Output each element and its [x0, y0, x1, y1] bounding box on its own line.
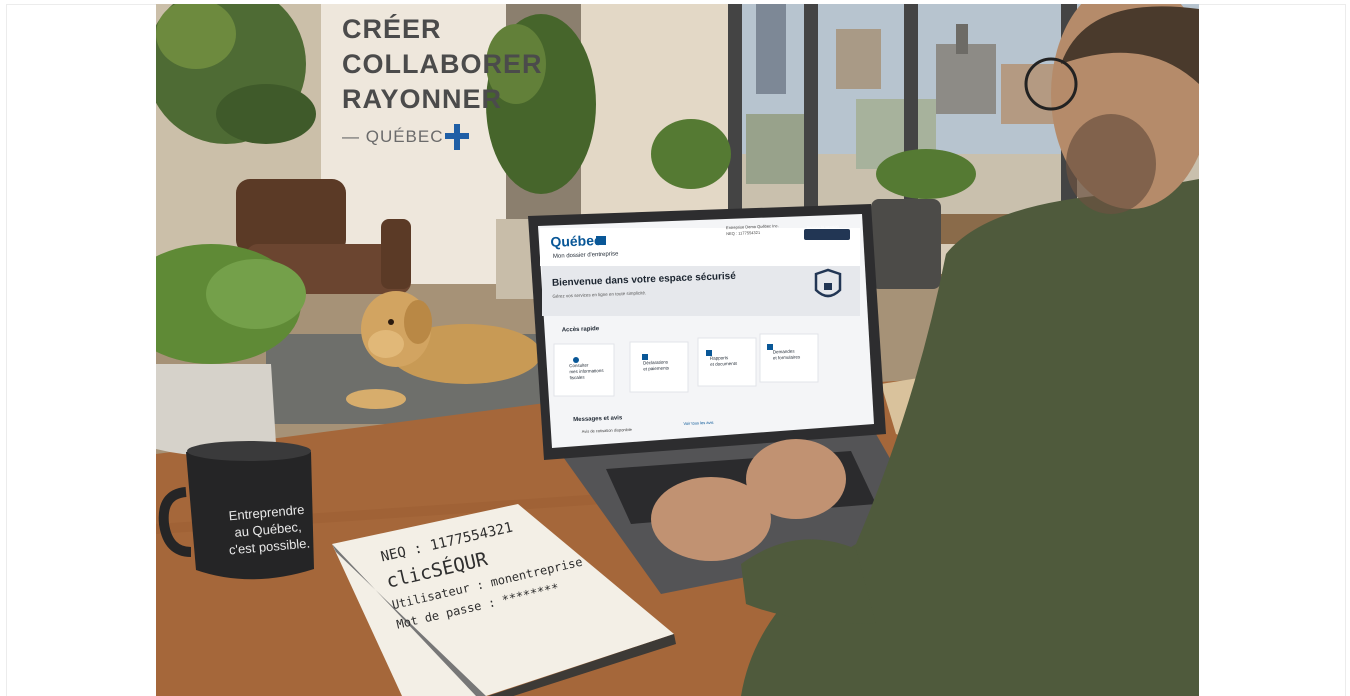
chair: [871, 199, 941, 289]
plant-left: [156, 4, 316, 144]
mug-text: Entreprendre au Québec, c'est possible.: [216, 500, 320, 560]
office-photo: CRÉER COLLABORER RAYONNER — QUÉBEC Québe…: [156, 4, 1199, 696]
banner-line-3: RAYONNER: [342, 84, 503, 114]
hand-left: [651, 477, 771, 561]
banner-line-1: CRÉER: [342, 14, 442, 44]
screen-tile-3-label[interactable]: Rapports et documents: [710, 355, 737, 368]
banner-line-2: COLLABORER: [342, 49, 543, 79]
screen-logo-text: Québec: [550, 231, 603, 250]
screen-tile-2-label[interactable]: Déclarations et paiements: [643, 359, 669, 372]
tile-2-line-2: et paiements: [643, 365, 670, 372]
tile-4-line-2: et formulaires: [772, 354, 801, 361]
tile-2-icon: [642, 354, 648, 360]
tile-3-line-2: et documents: [710, 360, 738, 367]
screen-tile-1-label[interactable]: Consulter mes informations fiscales: [569, 362, 604, 381]
screen-tile-4-label[interactable]: Demandes et formulaires: [773, 348, 801, 361]
banner-line-4: — QUÉBEC: [342, 127, 444, 146]
banner-text: CRÉER COLLABORER RAYONNER — QUÉBEC: [342, 12, 543, 154]
screen-logout-button[interactable]: [804, 229, 850, 240]
